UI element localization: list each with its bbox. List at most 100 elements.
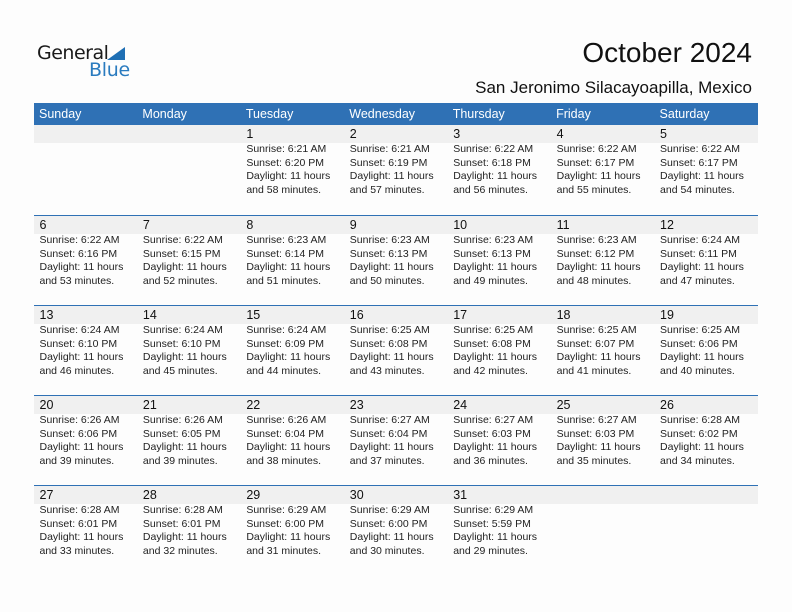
location-subtitle: San Jeronimo Silacayoapilla, Mexico (475, 78, 752, 97)
weekday-saturday: Saturday (659, 107, 710, 121)
day-number: 14 (142, 308, 157, 322)
sunrise-time: Sunrise: 6:25 AM (349, 324, 430, 336)
day-number: 5 (660, 127, 667, 141)
sunset-time: Sunset: 6:11 PM (660, 247, 737, 260)
sunset-time: Sunset: 6:18 PM (453, 156, 531, 169)
daylight-hours: Daylight: 11 hours (453, 170, 538, 183)
sunrise-time: Sunrise: 6:27 AM (349, 414, 430, 426)
daylight-hours: Daylight: 11 hours (453, 441, 538, 454)
day-number: 18 (556, 308, 571, 322)
daylight-minutes: and 56 minutes. (453, 183, 528, 196)
daylight-hours: Daylight: 11 hours (39, 261, 124, 274)
day-number: 9 (349, 218, 357, 232)
day-number: 20 (39, 398, 54, 412)
day-cell: 29 Sunrise: 6:29 AM Sunset: 6:00 PM Dayligh… (241, 486, 344, 558)
day-number: 1 (246, 127, 254, 141)
day-cell: 10 Sunrise: 6:23 AM Sunset: 6:13 PM Dayligh… (448, 216, 551, 288)
daylight-minutes: and 52 minutes. (142, 274, 218, 287)
day-number: 26 (660, 398, 674, 412)
empty-day-cell (137, 125, 240, 197)
day-number: 4 (556, 127, 564, 141)
sunrise-time: Sunrise: 6:28 AM (142, 504, 223, 516)
daylight-hours: Daylight: 11 hours (39, 441, 124, 454)
day-cell: 21 Sunrise: 6:26 AM Sunset: 6:05 PM Dayligh… (137, 396, 240, 468)
day-number: 27 (39, 488, 54, 502)
sunrise-time: Sunrise: 6:22 AM (39, 234, 120, 246)
daylight-minutes: and 46 minutes. (39, 364, 115, 377)
day-number: 15 (246, 308, 261, 322)
daylight-minutes: and 51 minutes. (246, 274, 322, 287)
sunrise-time: Sunrise: 6:28 AM (660, 414, 740, 426)
week-row: 20 Sunrise: 6:26 AM Sunset: 6:06 PM Dayligh… (34, 395, 758, 485)
daylight-minutes: and 54 minutes. (660, 183, 735, 196)
day-number: 22 (246, 398, 261, 412)
day-number: 21 (142, 398, 157, 412)
daylight-hours: Daylight: 11 hours (246, 531, 331, 544)
sunrise-time: Sunrise: 6:29 AM (246, 504, 327, 516)
weekday-friday: Friday (556, 107, 591, 121)
day-cell: 26 Sunrise: 6:28 AM Sunset: 6:02 PM Dayligh… (655, 396, 758, 468)
daylight-minutes: and 42 minutes. (453, 364, 528, 377)
day-cell: 17 Sunrise: 6:25 AM Sunset: 6:08 PM Dayligh… (448, 306, 551, 378)
daylight-minutes: and 31 minutes. (246, 544, 322, 557)
day-cell: 9 Sunrise: 6:23 AM Sunset: 6:13 PM Daylight… (344, 216, 447, 288)
sunrise-time: Sunrise: 6:23 AM (556, 234, 637, 246)
sunrise-time: Sunrise: 6:25 AM (556, 324, 637, 336)
sunset-time: Sunset: 6:03 PM (453, 427, 531, 440)
brand-logo: General Blue (37, 42, 137, 82)
sunrise-time: Sunrise: 6:23 AM (349, 234, 430, 246)
daylight-hours: Daylight: 11 hours (349, 441, 434, 454)
daylight-minutes: and 44 minutes. (246, 364, 322, 377)
sunrise-time: Sunrise: 6:22 AM (453, 143, 534, 155)
daylight-minutes: and 39 minutes. (39, 454, 115, 467)
day-number: 6 (39, 218, 47, 232)
day-number: 31 (453, 488, 468, 502)
sunrise-time: Sunrise: 6:27 AM (556, 414, 637, 426)
empty-day-cell (551, 486, 654, 558)
sunset-time: Sunset: 6:15 PM (142, 247, 221, 260)
weekday-wednesday: Wednesday (349, 107, 416, 121)
day-number: 17 (453, 308, 468, 322)
week-days: 27 Sunrise: 6:28 AM Sunset: 6:01 PM Dayligh… (34, 486, 758, 558)
sunrise-time: Sunrise: 6:24 AM (142, 324, 223, 336)
daylight-hours: Daylight: 11 hours (246, 351, 331, 364)
daylight-minutes: and 33 minutes. (39, 544, 115, 557)
sunrise-time: Sunrise: 6:28 AM (39, 504, 120, 516)
calendar-grid: Sunday Monday Tuesday Wednesday Thursday… (34, 103, 758, 575)
daylight-hours: Daylight: 11 hours (556, 351, 641, 364)
sunset-time: Sunset: 6:17 PM (556, 156, 635, 169)
day-cell: 5 Sunrise: 6:22 AM Sunset: 6:17 PM Daylight… (655, 125, 758, 197)
logo-word-blue: Blue (89, 59, 130, 81)
week-row: 1 Sunrise: 6:21 AM Sunset: 6:20 PM Daylight… (34, 125, 758, 215)
daylight-minutes: and 57 minutes. (349, 183, 425, 196)
sunset-time: Sunset: 6:10 PM (142, 337, 221, 350)
day-cell: 1 Sunrise: 6:21 AM Sunset: 6:20 PM Daylight… (241, 125, 344, 197)
sunset-time: Sunset: 6:13 PM (349, 247, 428, 260)
daylight-hours: Daylight: 11 hours (660, 170, 744, 183)
day-cell: 13 Sunrise: 6:24 AM Sunset: 6:10 PM Dayligh… (34, 306, 137, 378)
daylight-minutes: and 43 minutes. (349, 364, 425, 377)
week-days: 13 Sunrise: 6:24 AM Sunset: 6:10 PM Dayligh… (34, 306, 758, 378)
day-number: 7 (142, 218, 150, 232)
day-cell: 20 Sunrise: 6:26 AM Sunset: 6:06 PM Dayligh… (34, 396, 137, 468)
daylight-hours: Daylight: 11 hours (142, 531, 227, 544)
day-cell: 22 Sunrise: 6:26 AM Sunset: 6:04 PM Dayligh… (241, 396, 344, 468)
sunrise-time: Sunrise: 6:22 AM (142, 234, 223, 246)
day-cell: 8 Sunrise: 6:23 AM Sunset: 6:14 PM Daylight… (241, 216, 344, 288)
day-cell: 3 Sunrise: 6:22 AM Sunset: 6:18 PM Daylight… (448, 125, 551, 197)
day-number: 11 (556, 218, 570, 232)
daylight-minutes: and 50 minutes. (349, 274, 425, 287)
page-title: October 2024 (582, 37, 752, 68)
day-number: 13 (39, 308, 54, 322)
daylight-hours: Daylight: 11 hours (39, 351, 124, 364)
sunset-time: Sunset: 6:04 PM (349, 427, 428, 440)
daylight-minutes: and 39 minutes. (142, 454, 218, 467)
day-cell: 27 Sunrise: 6:28 AM Sunset: 6:01 PM Dayligh… (34, 486, 137, 558)
daylight-hours: Daylight: 11 hours (39, 531, 124, 544)
sunset-time: Sunset: 6:01 PM (39, 517, 118, 530)
sunset-time: Sunset: 6:16 PM (39, 247, 118, 260)
day-cell: 12 Sunrise: 6:24 AM Sunset: 6:11 PM Dayligh… (655, 216, 758, 288)
day-number: 10 (453, 218, 468, 232)
weekday-sunday: Sunday (39, 107, 82, 121)
sunrise-time: Sunrise: 6:24 AM (246, 324, 327, 336)
